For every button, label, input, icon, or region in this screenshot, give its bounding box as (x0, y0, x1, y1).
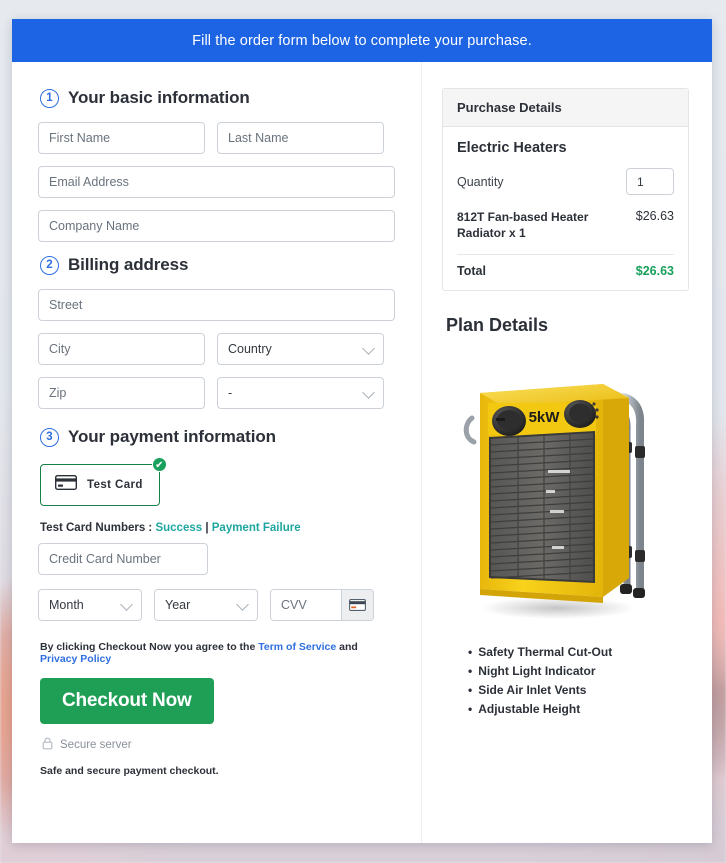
success-link[interactable]: Success (155, 522, 202, 534)
country-select[interactable]: Country (217, 333, 384, 365)
state-select-wrapper: - (217, 377, 384, 409)
terms-notice: By clicking Checkout Now you agree to th… (40, 641, 395, 665)
section-billing-address: 2 Billing address (40, 255, 395, 275)
city-input[interactable] (38, 333, 205, 365)
test-card-method-button[interactable]: Test Card ✔ (40, 457, 167, 506)
cvv-input[interactable] (271, 590, 341, 620)
bullet-icon: • (468, 645, 473, 660)
section-title-payment: Your payment information (68, 427, 276, 446)
section-title-billing: Billing address (68, 255, 189, 274)
street-row (38, 289, 395, 321)
month-select-wrapper: Month (38, 589, 142, 621)
terms-prefix: By clicking Checkout Now you agree to th… (40, 641, 259, 653)
company-input[interactable] (38, 210, 395, 242)
banner-text: Fill the order form below to complete yo… (192, 32, 532, 49)
product-image: 5kW (442, 350, 689, 625)
test-card-label: Test Card (87, 479, 143, 491)
terms-middle: and (336, 641, 358, 653)
heater-illustration: 5kW (463, 384, 645, 620)
secure-server-note: Secure server (42, 737, 395, 753)
checkout-card: Fill the order form below to complete yo… (12, 19, 712, 843)
power-rating-label: 5kW (529, 409, 561, 426)
street-input[interactable] (38, 289, 395, 321)
card-columns: 1 Your basic information 2 Billing addre… (12, 62, 712, 843)
section-title-basic: Your basic information (68, 88, 250, 107)
line-item-description: 812T Fan-based Heater Radiator x 1 (457, 210, 589, 241)
state-select[interactable]: - (217, 377, 384, 409)
cvv-group (270, 589, 374, 621)
quantity-label: Quantity (457, 174, 504, 189)
section-payment-information: 3 Your payment information (40, 427, 395, 447)
banner: Fill the order form below to complete yo… (12, 19, 712, 62)
line-item-row: 812T Fan-based Heater Radiator x 1 $26.6… (457, 209, 674, 241)
cvv-card-icon (341, 590, 373, 620)
quantity-input[interactable] (626, 168, 674, 195)
city-country-row: Country (38, 333, 395, 365)
bullet-icon: • (468, 683, 473, 698)
payment-failure-link[interactable]: Payment Failure (212, 522, 301, 534)
feature-label: Safety Thermal Cut-Out (478, 645, 613, 660)
order-form-column: 1 Your basic information 2 Billing addre… (12, 62, 422, 843)
step-number-2: 2 (40, 255, 59, 275)
plan-details-title: Plan Details (446, 315, 549, 336)
year-select[interactable]: Year (154, 589, 258, 621)
step-number-3: 3 (40, 427, 59, 447)
link-separator: | (202, 522, 212, 534)
expiry-cvv-row: Month Year (38, 589, 395, 621)
zip-state-row: - (38, 377, 395, 409)
feature-label: Side Air Inlet Vents (478, 683, 587, 698)
product-name: Electric Heaters (457, 140, 567, 156)
check-circle-icon: ✔ (151, 457, 167, 472)
safe-checkout-note: Safe and secure payment checkout. (40, 765, 219, 777)
list-item: • Night Light Indicator (468, 664, 689, 678)
line-item-price: $26.63 (635, 209, 674, 223)
bullet-icon: • (468, 664, 473, 679)
quantity-row: Quantity (457, 168, 674, 195)
credit-card-icon (54, 474, 78, 495)
list-item: • Safety Thermal Cut-Out (468, 645, 689, 659)
purchase-details-header: Purchase Details (443, 89, 688, 127)
email-input[interactable] (38, 166, 395, 198)
checkout-now-button[interactable]: Checkout Now (40, 678, 214, 724)
step-number-1: 1 (40, 88, 59, 108)
feature-label: Night Light Indicator (478, 664, 596, 679)
year-select-wrapper: Year (154, 589, 258, 621)
privacy-policy-link[interactable]: Privacy Policy (40, 653, 111, 665)
terms-of-service-link[interactable]: Term of Service (258, 641, 336, 653)
company-row (38, 210, 395, 242)
total-label: Total (457, 264, 486, 279)
secure-server-label: Secure server (60, 739, 132, 751)
zip-input[interactable] (38, 377, 205, 409)
summary-column: Purchase Details Electric Heaters Quanti… (422, 62, 711, 843)
email-row (38, 166, 395, 198)
summary-divider (457, 254, 674, 256)
lock-icon (42, 737, 53, 753)
credit-card-number-input[interactable] (38, 543, 208, 575)
bullet-icon: • (468, 702, 473, 717)
feature-label: Adjustable Height (478, 702, 581, 717)
test-card-numbers-note: Test Card Numbers : Success | Payment Fa… (40, 522, 395, 534)
purchase-details-body: Electric Heaters Quantity 812T Fan-based… (443, 127, 688, 290)
total-value: $26.63 (635, 264, 674, 279)
list-item: • Adjustable Height (468, 702, 689, 716)
last-name-input[interactable] (217, 122, 384, 154)
first-name-input[interactable] (38, 122, 205, 154)
list-item: • Side Air Inlet Vents (468, 683, 689, 697)
month-select[interactable]: Month (38, 589, 142, 621)
purchase-details-panel: Purchase Details Electric Heaters Quanti… (442, 88, 689, 292)
total-row: Total $26.63 (457, 264, 674, 278)
section-basic-information: 1 Your basic information (40, 88, 395, 108)
test-numbers-prefix: Test Card Numbers : (40, 522, 156, 534)
feature-list: • Safety Thermal Cut-Out • Night Light Ind… (468, 645, 689, 716)
name-row (38, 122, 395, 154)
country-select-wrapper: Country (217, 333, 384, 365)
